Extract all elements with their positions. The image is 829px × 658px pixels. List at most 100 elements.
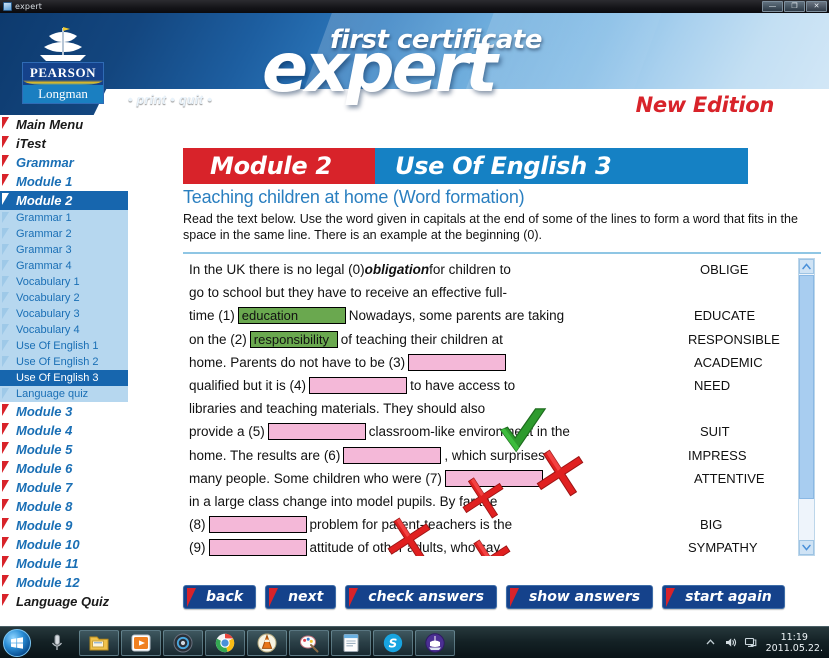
- check-answers-button[interactable]: check answers: [345, 585, 497, 609]
- sidebar-item-grammar-4[interactable]: Grammar 4: [0, 258, 128, 274]
- minimize-button[interactable]: —: [762, 1, 783, 12]
- sidebar-item-grammar-3[interactable]: Grammar 3: [0, 242, 128, 258]
- sidebar-item-use-of-english-2[interactable]: Use Of English 2: [0, 354, 128, 370]
- next-button[interactable]: next: [265, 585, 337, 609]
- taskbar-item-expert-app[interactable]: [415, 629, 455, 656]
- sidebar-item-module-10[interactable]: Module 10: [0, 535, 128, 554]
- print-quit-links[interactable]: • print • quit •: [128, 93, 212, 107]
- sidebar-item-module-1[interactable]: Module 1: [0, 172, 128, 191]
- sidebar-item-vocabulary-1[interactable]: Vocabulary 1: [0, 274, 128, 290]
- sidebar-item-label: Vocabulary 3: [16, 308, 80, 320]
- main-content: Module 2 Use Of English 3 Teaching child…: [128, 115, 829, 626]
- sidebar-item-module-5[interactable]: Module 5: [0, 440, 128, 459]
- sidebar-item-module-11[interactable]: Module 11: [0, 554, 128, 573]
- taskbar-item-paint[interactable]: [289, 629, 329, 656]
- taskbar-item-skype[interactable]: S: [373, 629, 413, 656]
- exercise-line: (9) attitude of other adults, who say: [189, 536, 659, 556]
- module-label: Module 2: [210, 152, 332, 180]
- answer-input-4[interactable]: responsibility: [249, 330, 338, 348]
- taskbar-clock[interactable]: 11:19 2011.05.22.: [764, 632, 823, 654]
- sidebar-item-use-of-english-3[interactable]: Use Of English 3: [0, 370, 128, 386]
- module-header: Module 2 Use Of English 3: [183, 148, 748, 184]
- pearson-longman-logo[interactable]: PEARSON Longman: [22, 26, 104, 104]
- sidebar-item-module-3[interactable]: Module 3: [0, 402, 128, 421]
- chevron-up-icon[interactable]: [704, 636, 717, 649]
- sidebar-item-label: Module 6: [16, 461, 73, 476]
- bullet-triangle-icon: [2, 575, 9, 587]
- bullet-triangle-icon: [2, 324, 9, 335]
- sidebar-item-use-of-english-1[interactable]: Use Of English 1: [0, 338, 128, 354]
- taskbar-item-media-player[interactable]: [121, 629, 161, 656]
- button-label: next: [288, 589, 324, 605]
- answer-input-9[interactable]: [343, 446, 442, 464]
- sidebar-item-grammar-2[interactable]: Grammar 2: [0, 226, 128, 242]
- sidebar-item-module-8[interactable]: Module 8: [0, 497, 128, 516]
- bullet-triangle-icon: [2, 193, 9, 205]
- sidebar-item-label: Module 10: [16, 537, 80, 552]
- answer-input-5[interactable]: [408, 353, 507, 371]
- line-text-before: provide a (5): [189, 424, 265, 440]
- line-text-before: many people. Some children who were (7): [189, 470, 442, 486]
- answer-input-12[interactable]: [208, 516, 307, 534]
- sidebar-item-module-12[interactable]: Module 12: [0, 573, 128, 592]
- start-button[interactable]: [3, 628, 31, 657]
- back-button[interactable]: back: [183, 585, 257, 609]
- scroll-up-button[interactable]: [799, 259, 814, 274]
- taskbar-item-disc-burner[interactable]: [163, 629, 203, 656]
- start-again-button[interactable]: start again: [662, 585, 785, 609]
- sidebar-item-vocabulary-2[interactable]: Vocabulary 2: [0, 290, 128, 306]
- bullet-triangle-icon: [2, 442, 9, 454]
- network-icon[interactable]: [744, 636, 757, 649]
- windows-taskbar: S 11:19 2011.05.22.: [0, 626, 829, 658]
- line-text-after: to have access to: [410, 377, 516, 393]
- taskbar-item-chrome[interactable]: [205, 629, 245, 656]
- answer-input-13[interactable]: [208, 539, 307, 556]
- bullet-triangle-icon: [2, 372, 9, 383]
- scroll-down-button[interactable]: [799, 540, 814, 555]
- sidebar-item-label: Vocabulary 1: [16, 276, 80, 288]
- sidebar-item-module-6[interactable]: Module 6: [0, 459, 128, 478]
- bullet-triangle-icon: [2, 556, 9, 568]
- sidebar-item-itest[interactable]: iTest: [0, 134, 128, 153]
- sidebar-item-label: Module 3: [16, 404, 73, 419]
- exercise-line: provide a (5) classroom-like environment…: [189, 420, 659, 443]
- example-answer: obligation: [364, 262, 430, 277]
- sidebar-item-language-quiz[interactable]: Language Quiz: [0, 592, 128, 611]
- line-text-before: libraries and teaching materials. They s…: [189, 401, 486, 417]
- show-answers-button[interactable]: show answers: [505, 585, 654, 609]
- taskbar-item-microphone[interactable]: [37, 630, 77, 656]
- sidebar-item-grammar[interactable]: Grammar: [0, 153, 128, 172]
- speaker-icon[interactable]: [724, 636, 737, 649]
- taskbar-item-vlc-cone[interactable]: [247, 629, 287, 656]
- answer-input-6[interactable]: [309, 377, 408, 395]
- taskbar-item-folder-explorer[interactable]: [79, 629, 119, 656]
- sidebar-item-label: Module 5: [16, 442, 73, 457]
- vlc-cone-icon: [257, 633, 277, 652]
- answer-input-8[interactable]: [267, 423, 366, 441]
- sidebar-item-module-4[interactable]: Module 4: [0, 421, 128, 440]
- sidebar-item-module-7[interactable]: Module 7: [0, 478, 128, 497]
- sidebar-item-main-menu[interactable]: Main Menu: [0, 115, 128, 134]
- maximize-button[interactable]: ❐: [784, 1, 805, 12]
- scrollbar-track[interactable]: [799, 275, 814, 539]
- sidebar-item-vocabulary-3[interactable]: Vocabulary 3: [0, 306, 128, 322]
- answer-input-3[interactable]: education: [237, 307, 346, 325]
- sidebar-item-module-9[interactable]: Module 9: [0, 516, 128, 535]
- sidebar-item-module-2[interactable]: Module 2: [0, 191, 128, 210]
- line-text-after: for children to: [429, 262, 511, 277]
- sidebar-item-grammar-1[interactable]: Grammar 1: [0, 210, 128, 226]
- bullet-triangle-icon: [2, 518, 9, 530]
- button-triangle-icon: [269, 588, 279, 607]
- chevron-down-icon: [802, 544, 811, 551]
- bullet-triangle-icon: [2, 404, 9, 416]
- bullet-triangle-icon: [2, 136, 9, 148]
- sidebar-item-label: Module 11: [16, 556, 79, 571]
- answer-input-10[interactable]: [444, 469, 543, 487]
- prompt-word-spacer: [688, 281, 800, 304]
- exercise-scrollbar[interactable]: [798, 258, 815, 556]
- taskbar-item-notepad[interactable]: [331, 629, 371, 656]
- scrollbar-thumb[interactable]: [799, 275, 814, 499]
- sidebar-item-vocabulary-4[interactable]: Vocabulary 4: [0, 322, 128, 338]
- sidebar-item-language-quiz[interactable]: Language quiz: [0, 386, 128, 402]
- close-button[interactable]: ✕: [806, 1, 827, 12]
